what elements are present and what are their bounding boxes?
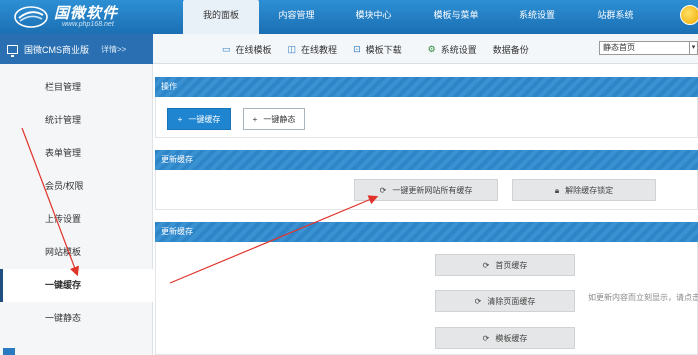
sidebar-item-one-click-cache[interactable]: 一键缓存 <box>0 269 153 302</box>
homepage-select[interactable]: 静态首页 ▾ <box>599 41 698 55</box>
panel-cache-title: 更新缓存 <box>155 222 698 242</box>
home-cache-button[interactable]: ⟳ 首页缓存 <box>435 254 575 276</box>
book-icon: ◫ <box>287 43 297 54</box>
sidebar-item-members[interactable]: 会员/权限 <box>0 170 153 203</box>
link-online-tutorials[interactable]: ◫ 在线教程 <box>288 43 338 56</box>
download-icon: ⊡ <box>353 43 361 54</box>
quick-links: ▭ 在线模板 ◫ 在线教程 ⊡ 模板下载 ⚙ 系统设置 数据备份 <box>222 34 539 64</box>
nav-templates-menus[interactable]: 模板与菜单 <box>413 0 499 34</box>
monitor-icon: ▭ <box>222 43 231 54</box>
nav-content[interactable]: 内容管理 <box>259 0 334 34</box>
cache-note: 如更新内容而立刻显示，请点击 <box>588 293 698 302</box>
refresh-icon: ⟳ <box>482 261 490 270</box>
one-click-cache-button[interactable]: + 一键缓存 <box>167 108 231 130</box>
gear-icon: ⚙ <box>427 43 436 54</box>
monitor-icon <box>7 44 18 57</box>
top-header: 国微软件 www.php168.net 我的面板 内容管理 模块中心 模板与菜单… <box>0 0 698 34</box>
nav-site-group[interactable]: 站群系统 <box>575 0 656 34</box>
link-label: 在线教程 <box>301 44 338 55</box>
button-label: 清除页面缓存 <box>487 297 536 306</box>
link-label: 数据备份 <box>492 44 529 55</box>
link-label: 模板下载 <box>365 44 402 55</box>
button-label: 一键更新网站所有缓存 <box>392 186 473 195</box>
refresh-icon: ⟳ <box>379 186 387 195</box>
sidebar-item-upload[interactable]: 上传设置 <box>0 203 153 236</box>
panel-ops-body <box>155 97 698 138</box>
panel-update-title: 更新缓存 <box>155 150 698 170</box>
button-label: 首页缓存 <box>495 261 528 270</box>
collapse-icon[interactable] <box>3 348 15 355</box>
sidebar-item-statistics[interactable]: 统计管理 <box>0 104 153 137</box>
logo-title: 国微软件 <box>54 4 119 22</box>
link-system-settings[interactable]: ⚙ 系统设置 <box>428 43 477 56</box>
link-label: 在线模板 <box>235 44 272 55</box>
logo-icon <box>14 6 48 28</box>
button-label: 模板缓存 <box>495 334 528 343</box>
logo[interactable]: 国微软件 www.php168.net <box>14 4 118 30</box>
button-label: 解除缓存锁定 <box>565 186 614 195</box>
link-template-download[interactable]: ⊡ 模板下载 <box>353 43 402 56</box>
logo-url: www.php168.net <box>62 20 114 28</box>
panel-ops-title: 操作 <box>155 77 698 97</box>
button-label: 一键缓存 <box>188 115 221 124</box>
link-data-backup[interactable]: 数据备份 <box>493 43 529 56</box>
product-bar: 国微CMS商业版 详情>> <box>0 34 153 64</box>
plus-icon: + <box>252 115 258 124</box>
detail-link[interactable]: 详情>> <box>101 44 126 55</box>
nav-my-panel[interactable]: 我的面板 <box>183 0 259 34</box>
sidebar-item-site-templates[interactable]: 网站模板 <box>0 236 153 269</box>
select-value: 静态首页 <box>603 43 635 52</box>
lock-icon: 🔒︎ <box>554 186 560 195</box>
sidebar-item-columns[interactable]: 栏目管理 <box>0 71 153 104</box>
top-nav: 我的面板 内容管理 模块中心 模板与菜单 系统设置 站群系统 <box>183 0 656 34</box>
avatar[interactable] <box>680 5 698 25</box>
one-click-static-button[interactable]: + 一键静态 <box>243 108 305 130</box>
nav-system-settings[interactable]: 系统设置 <box>499 0 575 34</box>
refresh-icon: ⟳ <box>474 297 482 306</box>
unlock-cache-button[interactable]: 🔒︎ 解除缓存锁定 <box>512 179 656 201</box>
button-label: 一键静态 <box>263 115 296 124</box>
link-label: 系统设置 <box>440 44 477 55</box>
link-online-templates[interactable]: ▭ 在线模板 <box>222 43 272 56</box>
nav-modules[interactable]: 模块中心 <box>334 0 413 34</box>
plus-icon: + <box>177 115 183 124</box>
refresh-icon: ⟳ <box>482 334 490 343</box>
sidebar-item-one-click-static[interactable]: 一键静态 <box>0 302 153 335</box>
update-all-cache-button[interactable]: ⟳ 一键更新网站所有缓存 <box>354 179 498 201</box>
chevron-down-icon: ▾ <box>689 42 697 54</box>
clear-page-cache-button[interactable]: ⟳ 清除页面缓存 <box>435 290 575 312</box>
template-cache-button[interactable]: ⟳ 模板缓存 <box>435 327 575 349</box>
product-name: 国微CMS商业版 <box>24 44 89 55</box>
sidebar-item-forms[interactable]: 表单管理 <box>0 137 153 170</box>
